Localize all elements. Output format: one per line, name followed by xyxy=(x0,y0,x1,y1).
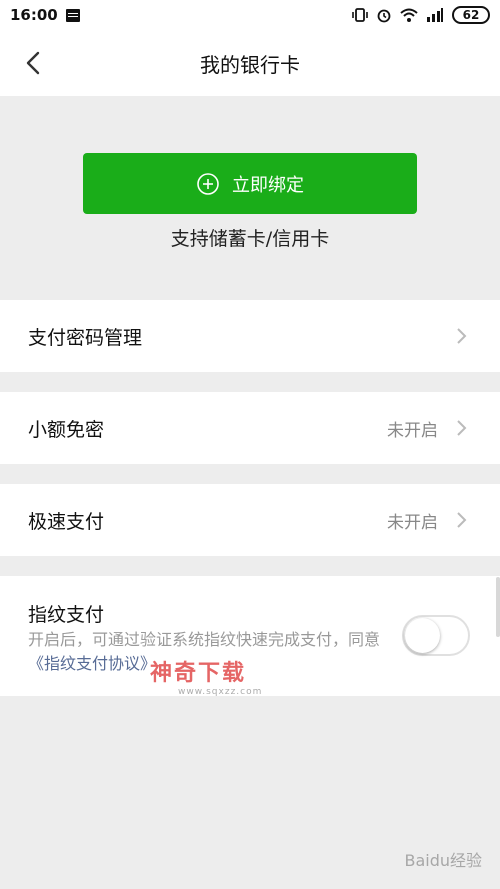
back-button[interactable] xyxy=(18,48,48,78)
bind-card-label: 立即绑定 xyxy=(232,174,304,196)
watermark-url: www.sqxzz.com xyxy=(178,687,263,697)
battery-indicator: 62 xyxy=(452,6,490,24)
plus-circle-icon xyxy=(197,172,219,195)
wifi-icon xyxy=(400,8,418,22)
small-amount-free-status: 未开启 xyxy=(387,420,438,441)
watermark: 神奇下载 www.sqxzz.com xyxy=(150,655,262,697)
fingerprint-pay-toggle[interactable] xyxy=(402,615,470,656)
chevron-right-icon xyxy=(457,420,467,436)
payment-password-right xyxy=(450,325,472,347)
signal-icon xyxy=(427,8,443,22)
status-time: 16:00 xyxy=(10,6,58,24)
header: 我的银行卡 xyxy=(0,30,500,96)
small-amount-free-right: 未开启 xyxy=(387,416,472,441)
bind-card-button[interactable]: 立即绑定 xyxy=(83,153,417,214)
fast-pay-label: 极速支付 xyxy=(28,510,105,533)
fingerprint-agreement-link[interactable]: 《指纹支付协议》 xyxy=(28,654,156,673)
fast-pay-row[interactable]: 极速支付 未开启 xyxy=(0,484,500,556)
fingerprint-desc-text: 开启后，可通过验证系统指纹快速完成支付，同意 xyxy=(28,630,381,649)
fast-pay-right: 未开启 xyxy=(387,508,472,533)
back-arrow-icon xyxy=(26,51,40,75)
chevron-right-icon xyxy=(457,512,467,528)
watermark-brand: 神奇下载 xyxy=(150,661,247,686)
chevron-right-icon xyxy=(457,328,467,344)
small-amount-free-label: 小额免密 xyxy=(28,418,105,441)
sim-icon xyxy=(65,8,80,22)
page-title: 我的银行卡 xyxy=(200,52,300,77)
status-right: 62 xyxy=(352,6,490,24)
payment-password-row[interactable]: 支付密码管理 xyxy=(0,300,500,372)
status-left: 16:00 xyxy=(10,6,80,24)
bind-card-section: 立即绑定 支持储蓄卡/信用卡 xyxy=(0,96,500,300)
alarm-icon xyxy=(377,9,391,23)
fingerprint-pay-title: 指纹支付 xyxy=(28,604,105,626)
payment-password-label: 支付密码管理 xyxy=(28,326,143,349)
baidu-watermark: Baidu经验 xyxy=(404,851,482,870)
vibrate-icon xyxy=(352,8,368,22)
fast-pay-status: 未开启 xyxy=(387,512,438,533)
toggle-knob xyxy=(405,618,440,653)
supported-cards-note: 支持储蓄卡/信用卡 xyxy=(170,228,330,250)
scroll-indicator xyxy=(496,577,500,637)
status-bar: 16:00 62 xyxy=(0,0,500,30)
small-amount-free-row[interactable]: 小额免密 未开启 xyxy=(0,392,500,464)
